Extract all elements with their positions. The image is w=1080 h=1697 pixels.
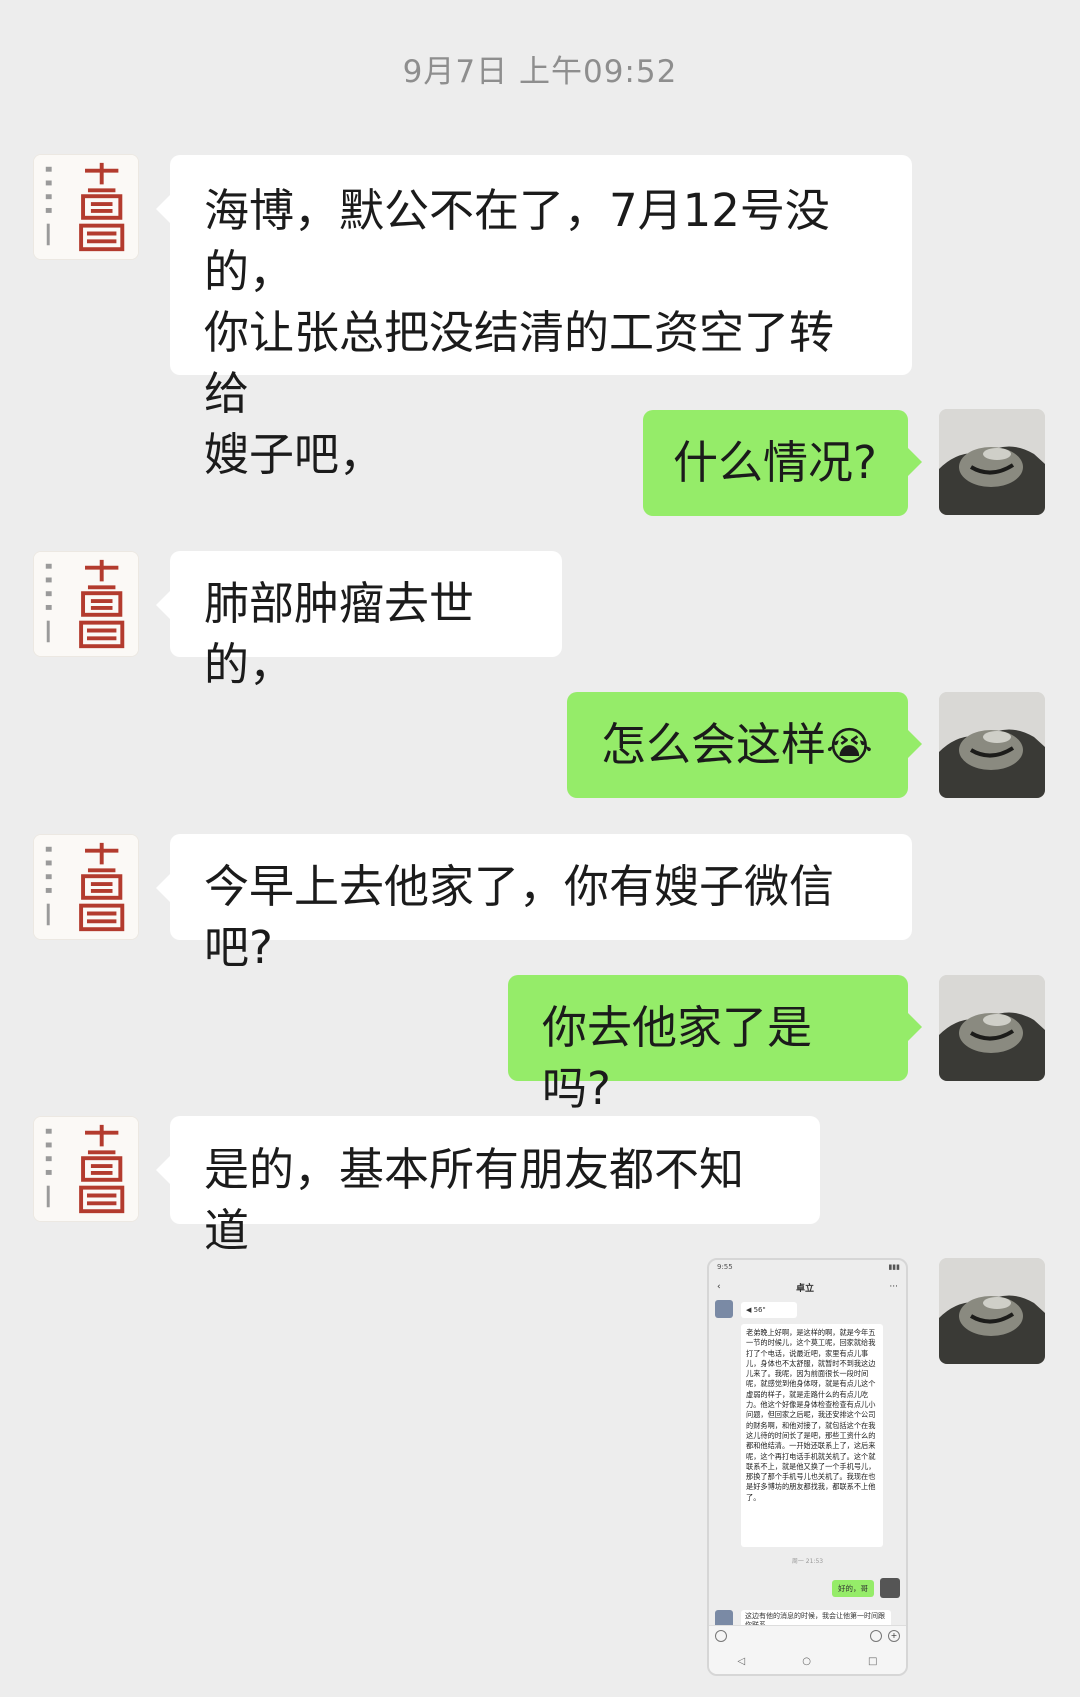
mini-contact-avatar xyxy=(715,1300,733,1318)
sketch-portrait-icon xyxy=(939,975,1045,1081)
seal-logo-icon xyxy=(34,835,138,939)
contact-avatar[interactable] xyxy=(33,154,139,260)
mini-emoji-icon xyxy=(870,1630,882,1642)
my-avatar[interactable] xyxy=(939,975,1045,1081)
sketch-portrait-icon xyxy=(939,409,1045,515)
message-text: 是的，基本所有朋友都不知道 xyxy=(204,1143,745,1257)
my-avatar[interactable] xyxy=(939,409,1045,515)
mini-voice-icon xyxy=(715,1630,727,1642)
mini-status-bar: 9:55 ▮▮▮ xyxy=(709,1260,906,1277)
message-text: 怎么会这样😭 xyxy=(601,718,873,771)
message-bubble-outgoing[interactable]: 怎么会这样😭 xyxy=(567,692,922,798)
message-bubble-incoming[interactable]: 海博，默公不在了，7月12号没的， 你让张总把没结清的工资空了转给 嫂子吧， xyxy=(156,155,912,481)
message-text: 什么情况? xyxy=(673,436,877,489)
mini-reply-message: 好的，哥 xyxy=(832,1580,874,1597)
message-text-line: 海博，默公不在了，7月12号没的， xyxy=(204,184,830,298)
contact-avatar[interactable] xyxy=(33,1116,139,1222)
mini-voice-message: ◀ 56" xyxy=(741,1302,797,1318)
message-bubble-outgoing[interactable]: 你去他家了是吗? xyxy=(508,975,922,1115)
mini-my-avatar xyxy=(880,1578,900,1598)
message-text: 今早上去他家了，你有嫂子微信吧? xyxy=(204,860,835,974)
my-avatar[interactable] xyxy=(939,692,1045,798)
mini-input-bar: + xyxy=(709,1625,906,1648)
mini-battery-icon: ▮▮▮ xyxy=(888,1263,900,1271)
mini-long-message: 老弟晚上好啊，是这样的啊，就是今年五一节的时候儿，这个莫工呢，回家就给我打了个电… xyxy=(741,1324,883,1547)
mini-nav-recent-icon: □ xyxy=(868,1655,878,1667)
message-bubble-outgoing[interactable]: 什么情况? xyxy=(643,410,922,516)
seal-logo-icon xyxy=(34,552,138,656)
shared-screenshot-image[interactable]: 9:55 ▮▮▮ ‹ 卓立 ··· ◀ 56" 老弟晚上好啊，是这样的啊，就是今… xyxy=(707,1258,908,1676)
mini-nav-back-icon: ◁ xyxy=(737,1655,746,1667)
mini-contact-name: 卓立 xyxy=(796,1283,815,1294)
message-bubble-incoming[interactable]: 今早上去他家了，你有嫂子微信吧? xyxy=(156,834,912,974)
chat-timestamp: 9月7日 上午09:52 xyxy=(402,54,678,90)
message-bubble-incoming[interactable]: 肺部肿瘤去世的， xyxy=(156,551,562,691)
sketch-portrait-icon xyxy=(939,692,1045,798)
mini-nav-home-icon: ○ xyxy=(802,1655,811,1667)
seal-logo-icon xyxy=(34,1117,138,1221)
message-bubble-incoming[interactable]: 是的，基本所有朋友都不知道 xyxy=(156,1116,820,1257)
crying-face-emoji: 😭 xyxy=(826,724,873,770)
mini-more-icon: ··· xyxy=(889,1282,898,1292)
my-avatar[interactable] xyxy=(939,1258,1045,1364)
message-text-line: 你让张总把没结清的工资空了转给 xyxy=(204,306,835,420)
mini-nav-bar: ◁ ○ □ xyxy=(709,1648,906,1674)
contact-avatar[interactable] xyxy=(33,834,139,940)
mini-time-label: 周一 21:53 xyxy=(791,1558,824,1565)
contact-avatar[interactable] xyxy=(33,551,139,657)
message-text: 肺部肿瘤去世的， xyxy=(204,577,475,691)
mini-status-time: 9:55 xyxy=(717,1263,733,1271)
mini-back-icon: ‹ xyxy=(717,1282,721,1292)
seal-logo-icon xyxy=(34,155,138,259)
mini-chat-header: ‹ 卓立 ··· xyxy=(709,1277,906,1297)
mini-plus-icon: + xyxy=(888,1630,900,1642)
sketch-portrait-icon xyxy=(939,1258,1045,1364)
message-text: 你去他家了是吗? xyxy=(542,1001,813,1115)
